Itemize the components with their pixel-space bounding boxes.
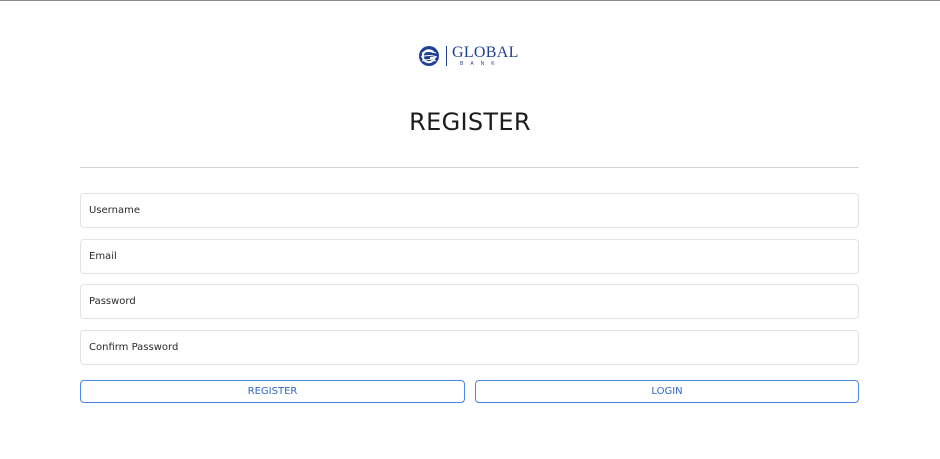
- confirm-password-input[interactable]: [80, 330, 859, 365]
- username-input[interactable]: [80, 193, 859, 228]
- email-input[interactable]: [80, 239, 859, 274]
- brand-logo: GLOBAL BANK: [418, 44, 519, 68]
- register-page: GLOBAL BANK REGISTER REGISTER LOGIN: [0, 0, 940, 459]
- title-divider: [80, 167, 859, 168]
- brand-name: GLOBAL: [452, 44, 519, 61]
- logo-wordmark: GLOBAL BANK: [452, 45, 519, 67]
- globe-g-icon: [419, 46, 439, 66]
- page-title: REGISTER: [409, 108, 531, 136]
- register-button[interactable]: REGISTER: [80, 380, 465, 403]
- logo-divider: [446, 46, 447, 66]
- brand-tagline: BANK: [460, 61, 502, 67]
- login-button[interactable]: LOGIN: [475, 380, 859, 403]
- password-input[interactable]: [80, 284, 859, 319]
